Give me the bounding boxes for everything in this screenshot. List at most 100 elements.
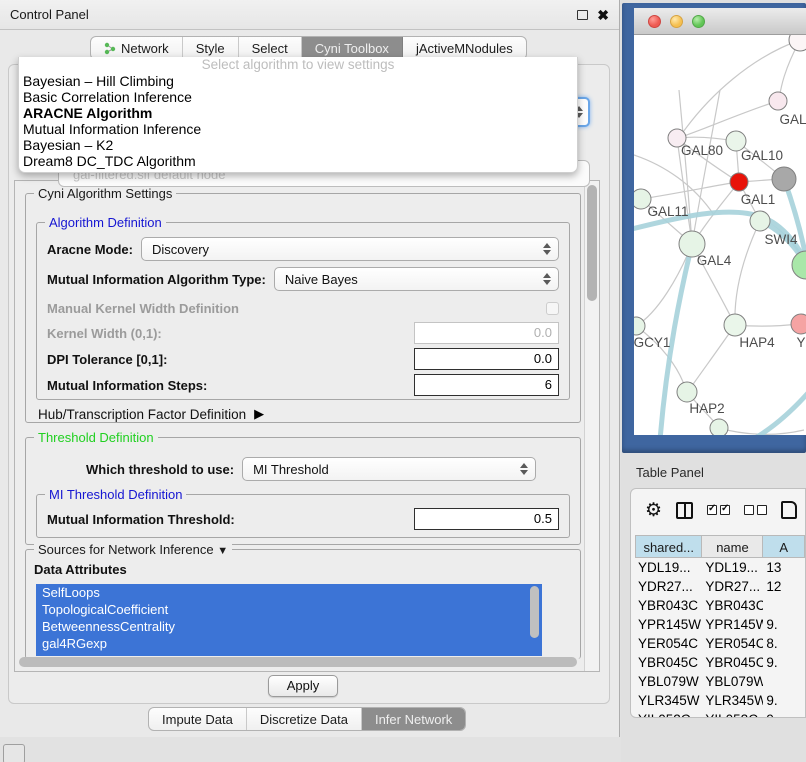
data-attribute-item[interactable]: BetweennessCentrality <box>36 618 542 635</box>
dpi-tolerance-field[interactable]: 0.0 <box>414 348 559 370</box>
column-header[interactable]: name <box>702 535 763 558</box>
network-node-hap2[interactable] <box>677 382 697 402</box>
group-title-cyni: Cyni Algorithm Settings <box>34 186 176 201</box>
data-attributes-list[interactable]: SelfLoopsTopologicalCoefficientBetweenne… <box>36 584 542 656</box>
mi-steps-field[interactable]: 6 <box>414 374 559 396</box>
kernel-width-label: Kernel Width (0,1): <box>47 326 162 341</box>
tab-discretize-data[interactable]: Discretize Data <box>247 708 362 730</box>
network-node-gal[interactable] <box>769 92 787 110</box>
network-view-window[interactable]: GALGAL80GAL10GAL1GAL11GAL4SWI4GCY1HAP4YH… <box>622 3 806 453</box>
tab-select[interactable]: Select <box>239 37 302 59</box>
tab-infer-network[interactable]: Infer Network <box>362 708 465 730</box>
node-attribute-table[interactable]: shared...nameAYDL19...YDL19...13YDR27...… <box>635 535 805 718</box>
network-node[interactable] <box>730 173 748 191</box>
dpi-tolerance-label: DPI Tolerance [0,1]: <box>47 352 167 367</box>
node-label-gal10: GAL10 <box>741 148 783 163</box>
tab-label: Discretize Data <box>260 712 348 727</box>
hub-definition-label: Hub/Transcription Factor Definition <box>38 407 246 422</box>
data-attribute-item[interactable]: gal4RGexp <box>36 635 542 652</box>
network-canvas[interactable]: GALGAL80GAL10GAL1GAL11GAL4SWI4GCY1HAP4YH… <box>634 35 806 435</box>
hide-columns-icon[interactable] <box>744 505 767 515</box>
mi-algorithm-type-label: Mutual Information Algorithm Type: <box>47 272 266 287</box>
manual-kernel-width-label: Manual Kernel Width Definition <box>47 301 239 316</box>
tab-style[interactable]: Style <box>183 37 239 59</box>
table-row[interactable]: YBR045CYBR045C9. <box>635 653 805 672</box>
network-node[interactable] <box>789 35 806 51</box>
right-area: GALGAL80GAL10GAL1GAL11GAL4SWI4GCY1HAP4YH… <box>621 0 806 762</box>
table-cell: YIL052C <box>635 710 702 718</box>
network-node-y[interactable] <box>791 314 806 334</box>
node-label-y: Y <box>796 335 805 350</box>
combo-stepper-icon <box>517 461 531 477</box>
column-header[interactable]: A <box>763 535 805 558</box>
tab-jactivemnodules[interactable]: jActiveMNodules <box>403 37 526 59</box>
column-header[interactable]: shared... <box>635 535 702 558</box>
kernel-width-field[interactable]: 0.0 <box>414 322 559 344</box>
table-row[interactable]: YBL079WYBL079W <box>635 672 805 691</box>
table-row[interactable]: YDR27...YDR27...12 <box>635 577 805 596</box>
control-panel: Control Panel ✖ NetworkStyle Select Cyni T… <box>0 0 620 737</box>
table-cell <box>763 596 805 615</box>
network-node-gal1[interactable] <box>750 211 770 231</box>
tab-cyni-toolbox[interactable]: Cyni Toolbox <box>302 37 403 59</box>
network-node-hap4[interactable] <box>724 314 746 336</box>
mi-algorithm-type-combo[interactable]: Naive Bayes <box>274 267 559 291</box>
network-node[interactable] <box>710 419 728 435</box>
group-title-sources[interactable]: Sources for Network Inference ▼ <box>34 542 232 557</box>
algorithm-option[interactable]: Dream8 DC_TDC Algorithm <box>19 153 577 169</box>
minimized-panel-icon[interactable] <box>3 744 25 762</box>
table-cell: YDL19... <box>702 558 763 577</box>
tab-impute-data[interactable]: Impute Data <box>149 708 247 730</box>
algorithm-option[interactable]: ARACNE Algorithm <box>19 105 577 121</box>
table-row[interactable]: YER054CYER054C8. <box>635 634 805 653</box>
which-threshold-combo[interactable]: MI Threshold <box>242 457 536 481</box>
gear-icon[interactable]: ⚙ <box>645 501 662 520</box>
network-icon <box>104 42 116 55</box>
tab-network[interactable]: Network <box>91 37 183 59</box>
network-edge[interactable] <box>681 101 778 137</box>
export-table-icon[interactable] <box>781 501 797 519</box>
node-label-gal4: GAL4 <box>697 253 732 268</box>
data-attribute-item[interactable]: SelfLoops <box>36 584 542 601</box>
mi-threshold-field[interactable]: 0.5 <box>414 508 559 530</box>
window-zoom-icon[interactable] <box>692 15 705 28</box>
expander-right-arrow-icon: ▶ <box>254 406 264 422</box>
tab-label: Select <box>252 41 288 56</box>
network-edge[interactable] <box>689 325 735 390</box>
settings-horizontal-scrollbar[interactable] <box>17 656 583 668</box>
algorithm-option[interactable]: Mutual Information Inference <box>19 121 577 137</box>
window-close-icon[interactable] <box>648 15 661 28</box>
apply-button[interactable]: Apply <box>268 675 338 697</box>
table-cell: YBR045C <box>635 653 702 672</box>
table-cell: YBR045C <box>702 653 763 672</box>
table-row[interactable]: YDL19...YDL19...13 <box>635 558 805 577</box>
hub-definition-expander[interactable]: Hub/Transcription Factor Definition ▶ <box>38 406 264 422</box>
algorithm-option[interactable]: Bayesian – K2 <box>19 137 577 153</box>
list-scrollbar[interactable] <box>530 586 539 638</box>
control-panel-title: Control Panel <box>10 7 89 22</box>
data-attribute-item[interactable]: TopologicalCoefficient <box>36 601 542 618</box>
table-cell: YDR27... <box>635 577 702 596</box>
table-row[interactable]: YPR145WYPR145W9. <box>635 615 805 634</box>
network-window-titlebar[interactable] <box>634 8 806 35</box>
algorithm-option[interactable]: Bayesian – Hill Climbing <box>19 73 577 89</box>
node-label-hap4: HAP4 <box>739 335 775 350</box>
table-cell: 9. <box>763 710 805 718</box>
network-node[interactable] <box>772 167 796 191</box>
table-row[interactable]: YBR043CYBR043C <box>635 596 805 615</box>
table-row[interactable]: YLR345WYLR345W9. <box>635 691 805 710</box>
settings-vertical-scrollbar[interactable] <box>584 181 599 671</box>
show-columns-icon[interactable] <box>707 505 730 515</box>
network-edge[interactable] <box>750 393 806 435</box>
float-panel-icon[interactable] <box>577 10 588 20</box>
window-minimize-icon[interactable] <box>670 15 683 28</box>
aracne-mode-combo[interactable]: Discovery <box>141 237 559 261</box>
manual-kernel-width-checkbox[interactable] <box>546 302 559 315</box>
table-cell: YBL079W <box>635 672 702 691</box>
network-edge[interactable] <box>735 221 760 323</box>
algorithm-option[interactable]: Basic Correlation Inference <box>19 89 577 105</box>
columns-icon[interactable] <box>676 502 693 519</box>
table-row[interactable]: YIL052CYIL052C9. <box>635 710 805 718</box>
close-panel-icon[interactable]: ✖ <box>597 10 609 20</box>
network-node-swi4[interactable] <box>792 251 806 279</box>
